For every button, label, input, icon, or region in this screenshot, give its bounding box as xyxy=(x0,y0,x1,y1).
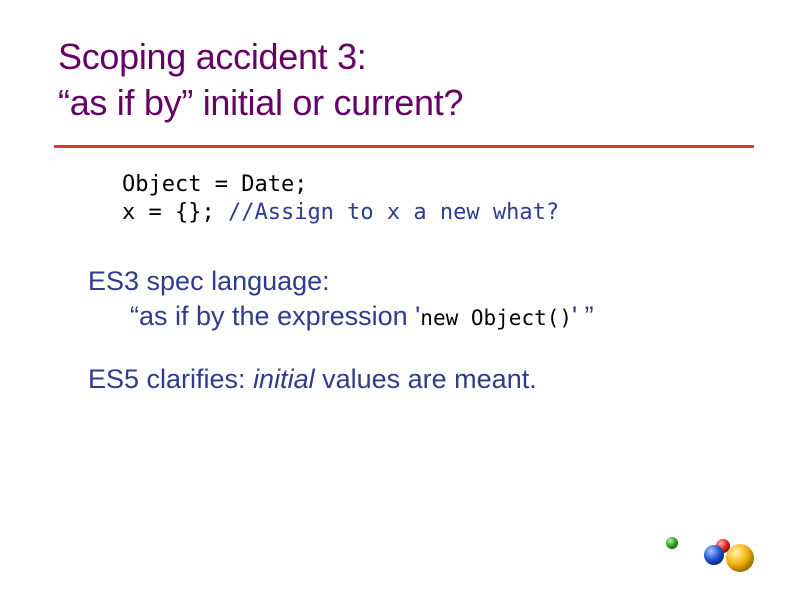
code-comment: //Assign to x a new what? xyxy=(227,200,560,225)
code-line-1: Object = Date; xyxy=(122,172,308,197)
code-block: Object = Date; x = {}; //Assign to x a ne… xyxy=(122,171,559,227)
es3-quote-close: ' ” xyxy=(572,301,594,331)
blue-ball-icon xyxy=(704,545,724,565)
es3-quote: “as if by the expression 'new Object()' … xyxy=(130,299,594,335)
slide-title-line-2: “as if by” initial or current? xyxy=(58,82,464,123)
es5-suffix: values are meant. xyxy=(314,364,537,394)
es5-emphasis: initial xyxy=(253,364,315,394)
es3-quote-code: new Object() xyxy=(420,306,573,330)
es5-statement: ES5 clarifies: initial values are meant. xyxy=(88,362,537,396)
code-line-2: x = {}; //Assign to x a new what? xyxy=(122,199,559,227)
es5-prefix: ES5 clarifies: xyxy=(88,364,254,394)
colored-balls-logo-icon xyxy=(666,537,754,572)
yellow-ball-icon xyxy=(726,544,754,572)
es3-quote-open: “as if by the expression ' xyxy=(130,301,421,331)
code-line-2-code: x = {}; xyxy=(122,200,228,225)
green-ball-icon xyxy=(666,537,678,549)
title-divider xyxy=(54,145,754,148)
es3-heading: ES3 spec language: xyxy=(88,266,330,296)
slide-title-line-1: Scoping accident 3: xyxy=(58,36,367,77)
slide-title: Scoping accident 3: “as if by” initial o… xyxy=(58,34,463,126)
